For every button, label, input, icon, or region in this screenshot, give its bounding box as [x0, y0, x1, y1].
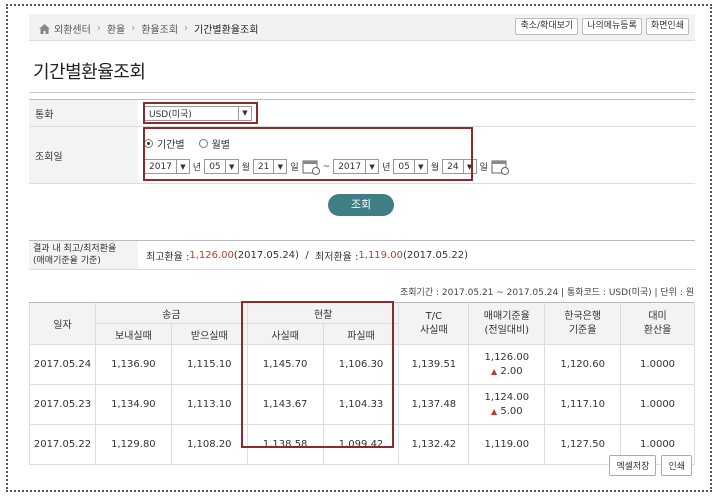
result-summary: 결과 내 최고/최저환율 (매매기준율 기준) 최고환율 : 1,126.00 (2… [29, 240, 695, 270]
period-label: 조회일 [29, 127, 138, 183]
divider [29, 92, 695, 93]
print-screen-button[interactable]: 화면인쇄 [645, 18, 689, 35]
up-arrow-icon: ▲ [490, 366, 498, 376]
top-bar: 외환센터 › 환율 › 환율조회 › 기간별환율조회 축소/확대보기 나의메뉴등록 화… [29, 14, 695, 41]
zoom-button[interactable]: 축소/확대보기 [515, 18, 579, 35]
breadcrumb-item[interactable]: 환율조회 [141, 21, 178, 36]
page-title: 기간별환율조회 [33, 62, 146, 83]
excel-save-button[interactable]: 엑셀저장 [609, 455, 657, 476]
search-button[interactable]: 조회 [328, 194, 394, 216]
breadcrumb-item[interactable]: 외환센터 [54, 21, 91, 36]
home-icon[interactable] [39, 23, 50, 34]
add-my-menu-button[interactable]: 나의메뉴등록 [582, 18, 642, 35]
currency-label: 통화 [29, 100, 138, 126]
query-info: 조회기간 : 2017.05.21 ~ 2017.05.24 | 통화코드 : … [400, 288, 694, 298]
highlight-box [143, 127, 473, 181]
breadcrumb-current: 기간별환율조회 [194, 25, 259, 36]
calendar-icon[interactable] [491, 159, 509, 175]
highlight-box [143, 102, 258, 124]
breadcrumb: 외환센터 › 환율 › 환율조회 › 기간별환율조회 [39, 21, 258, 36]
breadcrumb-item[interactable]: 환율 [107, 21, 125, 36]
print-button[interactable]: 인쇄 [661, 455, 692, 476]
up-arrow-icon: ▲ [490, 406, 498, 416]
highlight-box [241, 301, 394, 448]
